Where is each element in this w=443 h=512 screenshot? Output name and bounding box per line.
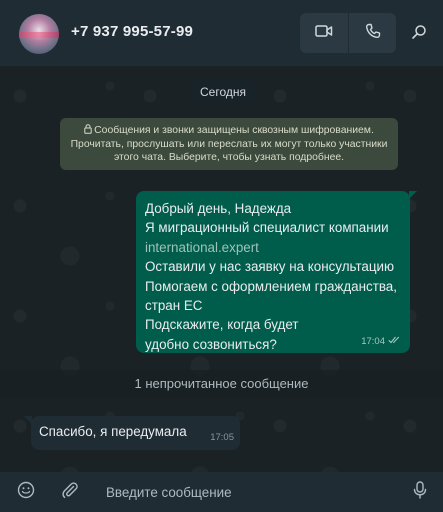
microphone-button[interactable] xyxy=(410,480,430,504)
call-buttons-group xyxy=(300,13,396,53)
message-link[interactable]: international.expert xyxy=(145,238,401,257)
voice-call-button[interactable] xyxy=(348,13,396,53)
unread-separator: 1 непрочитанное сообщение xyxy=(0,370,443,398)
message-line: Подскажите, когда будет xyxy=(145,317,299,333)
incoming-message[interactable]: Спасибо, я передумала 17:05 xyxy=(24,416,240,450)
search-button[interactable] xyxy=(407,22,431,46)
message-line: Добрый день, Надежда xyxy=(145,201,292,216)
message-input[interactable]: Введите сообщение xyxy=(106,485,232,500)
voice-call-icon xyxy=(365,23,381,44)
message-line: Помогаем с оформлением гражданства, xyxy=(145,278,397,294)
encryption-notice-line: Сообщения и звонки защищены сквозным шиф… xyxy=(94,125,374,136)
video-call-button[interactable] xyxy=(300,13,348,53)
microphone-icon xyxy=(412,480,428,504)
double-check-icon xyxy=(388,336,401,347)
encryption-notice-line: этого чата. Выберите, чтобы узнать подро… xyxy=(113,152,345,163)
chat-window: +7 937 995-57-99 Сегодня Сообщения и зво… xyxy=(0,0,443,512)
avatar[interactable] xyxy=(19,14,59,54)
compose-bar: Введите сообщение xyxy=(0,472,443,512)
message-meta: 17:04 xyxy=(361,336,401,347)
video-call-icon xyxy=(315,24,333,43)
outgoing-message[interactable]: Добрый день, Надежда Я миграционный спец… xyxy=(136,191,417,353)
message-list[interactable]: Сегодня Сообщения и звонки защищены скво… xyxy=(0,66,443,472)
message-text: Спасибо, я передумала xyxy=(39,424,187,439)
chat-header: +7 937 995-57-99 xyxy=(0,0,443,66)
encryption-notice-line: Прочитать, прослушать или переслать их м… xyxy=(70,139,388,150)
message-line: Оставили у нас заявку на консультацию xyxy=(145,259,395,275)
attach-button[interactable] xyxy=(60,481,80,504)
contact-name[interactable]: +7 937 995-57-99 xyxy=(71,23,193,40)
encryption-notice[interactable]: Сообщения и звонки защищены сквозным шиф… xyxy=(60,118,398,170)
message-time: 17:05 xyxy=(210,432,234,443)
search-icon xyxy=(411,24,427,45)
message-line: стран ЕС xyxy=(145,298,203,314)
lock-icon xyxy=(84,124,92,138)
emoji-button[interactable] xyxy=(16,481,36,504)
message-time: 17:04 xyxy=(361,336,385,347)
emoji-icon xyxy=(17,481,35,504)
message-line: Я миграционный специалист компании xyxy=(145,220,389,236)
attach-icon xyxy=(61,481,79,504)
date-separator: Сегодня xyxy=(190,80,256,104)
